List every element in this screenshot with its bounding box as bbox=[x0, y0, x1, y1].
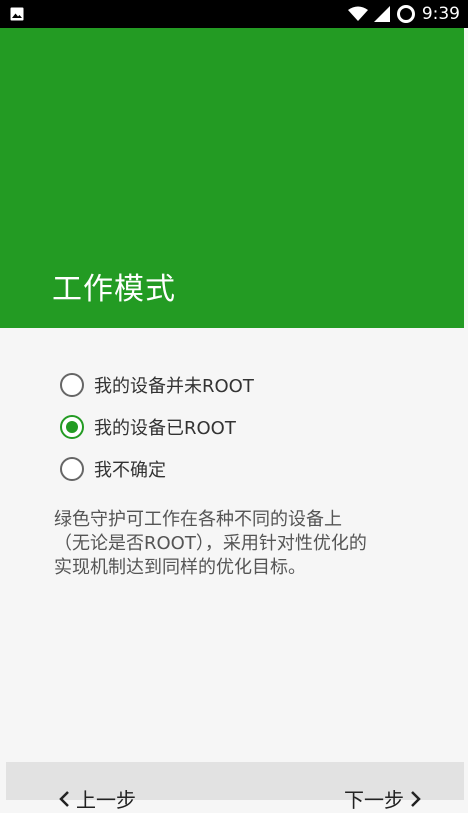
mode-radio-group: 我的设备并未ROOT 我的设备已ROOT 我不确定 bbox=[60, 364, 254, 490]
header-banner: 工作模式 bbox=[0, 28, 464, 328]
status-time: 9:39 bbox=[421, 4, 460, 24]
radio-not-rooted[interactable] bbox=[60, 373, 84, 397]
option-rooted[interactable]: 我的设备已ROOT bbox=[60, 406, 254, 448]
next-button[interactable]: 下一步 bbox=[344, 784, 422, 813]
chevron-left-icon bbox=[59, 790, 69, 807]
radio-rooted[interactable] bbox=[60, 415, 84, 439]
option-label: 我不确定 bbox=[94, 460, 166, 481]
signal-icon bbox=[373, 6, 390, 22]
status-bar: 9:39 bbox=[0, 0, 468, 28]
next-label: 下一步 bbox=[344, 788, 404, 812]
description-line: （无论是否ROOT），采用针对性优化的 bbox=[54, 533, 367, 554]
footer-nav: 上一步 下一步 bbox=[6, 762, 464, 812]
option-label: 我的设备并未ROOT bbox=[94, 376, 254, 397]
previous-button[interactable]: 上一步 bbox=[58, 784, 136, 813]
page-title: 工作模式 bbox=[52, 272, 176, 307]
chevron-right-icon bbox=[411, 790, 421, 807]
description-line: 绿色守护可工作在各种不同的设备上 bbox=[54, 509, 342, 530]
option-not-sure[interactable]: 我不确定 bbox=[60, 448, 254, 490]
description-text: 绿色守护可工作在各种不同的设备上 （无论是否ROOT），采用针对性优化的 实现机… bbox=[54, 508, 424, 580]
image-icon bbox=[10, 7, 24, 21]
option-not-rooted[interactable]: 我的设备并未ROOT bbox=[60, 364, 254, 406]
option-label: 我的设备已ROOT bbox=[94, 418, 236, 439]
description-line: 实现机制达到同样的优化目标。 bbox=[54, 557, 306, 578]
sync-icon bbox=[396, 5, 415, 23]
wifi-icon bbox=[347, 6, 368, 21]
radio-not-sure[interactable] bbox=[60, 457, 84, 481]
status-icons: 9:39 bbox=[347, 2, 460, 26]
previous-label: 上一步 bbox=[76, 788, 136, 812]
